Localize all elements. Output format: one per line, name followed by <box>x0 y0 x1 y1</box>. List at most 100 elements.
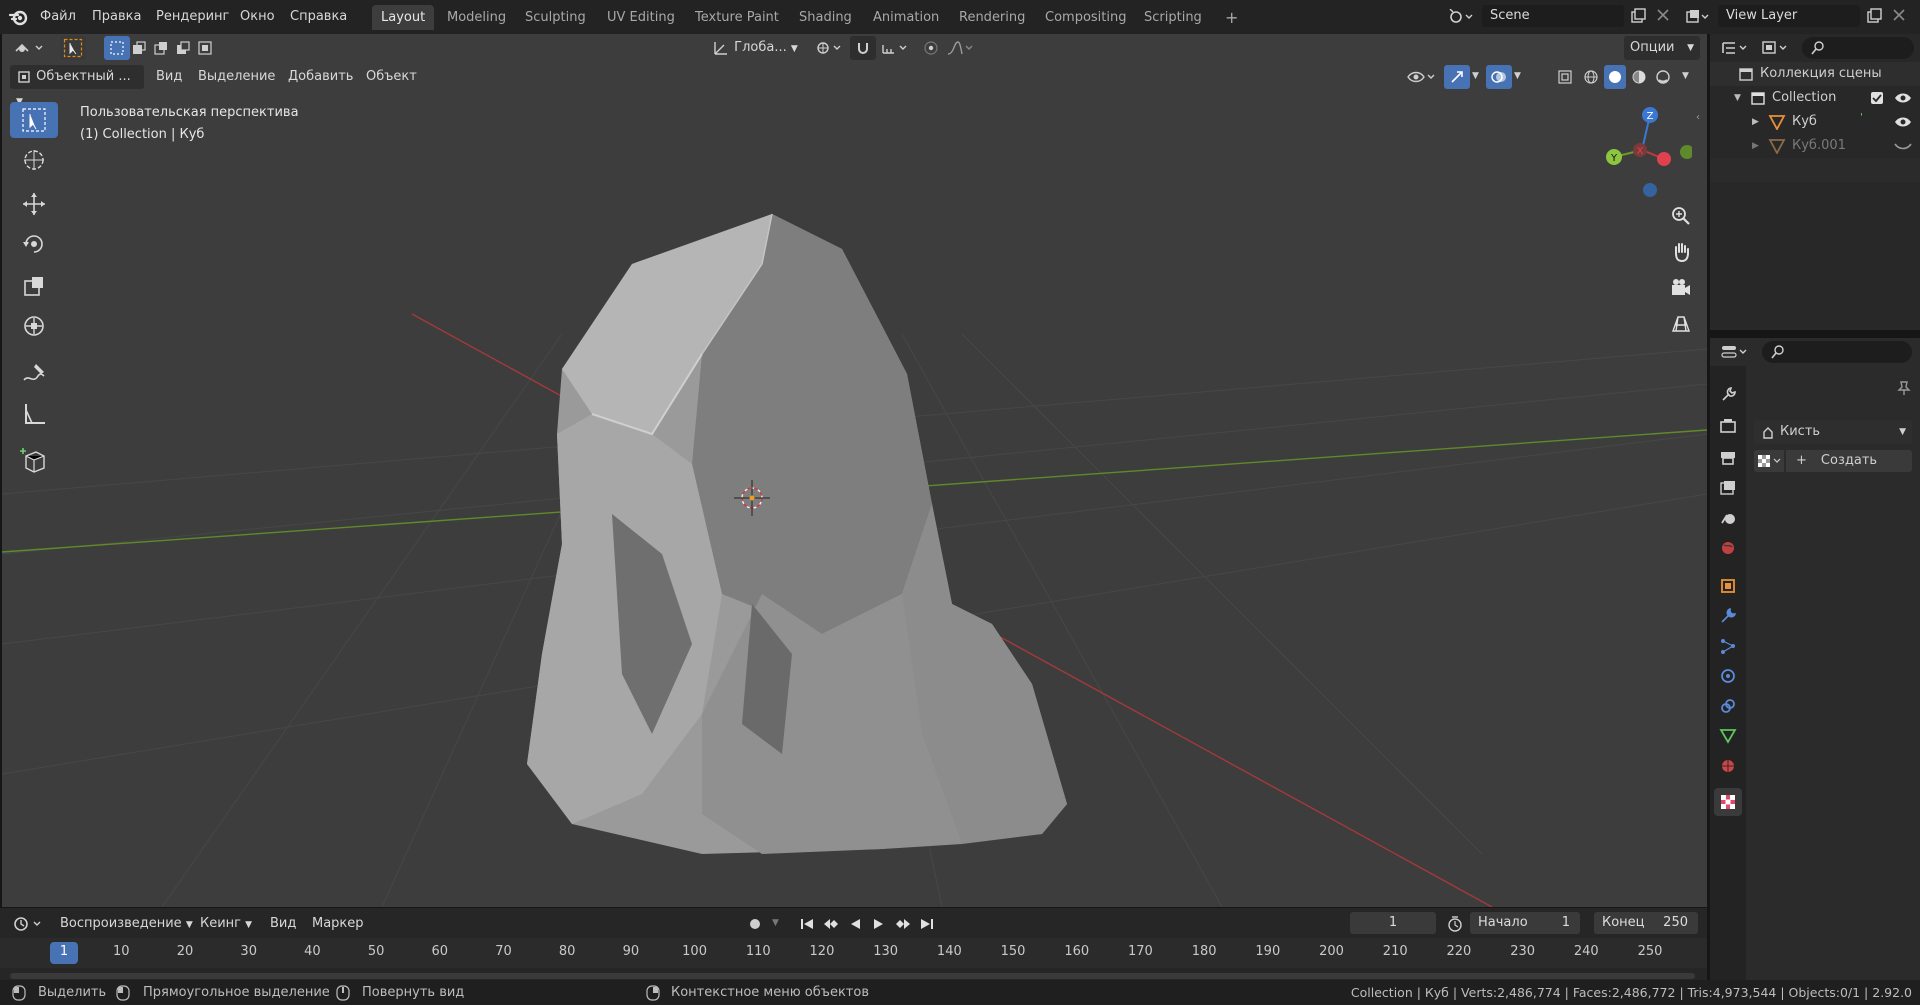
tool-select-box[interactable] <box>10 102 58 138</box>
texture-browse-icon[interactable] <box>1754 450 1784 472</box>
tab-particles-icon[interactable] <box>1714 632 1742 660</box>
viewport-menu-add[interactable]: Добавить <box>282 65 359 89</box>
shading-solid-icon[interactable] <box>1604 65 1626 89</box>
add-workspace-button[interactable]: + <box>1216 5 1247 30</box>
prev-keyframe-icon[interactable] <box>819 912 843 936</box>
tool-measure[interactable] <box>10 396 58 432</box>
gizmo-toggle-icon[interactable] <box>1444 65 1470 89</box>
tool-transform[interactable] <box>10 308 58 344</box>
timeline-menu-marker[interactable]: Маркер <box>306 912 370 936</box>
pivot-point-icon[interactable] <box>812 36 846 60</box>
menu-render[interactable]: Рендеринг <box>148 4 237 29</box>
viewport-menu-object[interactable]: Объект <box>360 65 423 89</box>
end-frame-field[interactable]: Конец 250 <box>1594 912 1698 934</box>
eye-icon[interactable] <box>1894 114 1912 130</box>
auto-keying-icon[interactable] <box>742 912 768 936</box>
tool-annotate[interactable] <box>10 356 58 392</box>
timeline-menu-view[interactable]: Вид <box>264 912 302 936</box>
jump-end-icon[interactable] <box>915 912 939 936</box>
shading-rendered-icon[interactable] <box>1652 65 1674 89</box>
tab-scene-icon[interactable] <box>1714 504 1742 532</box>
chevron-down-icon[interactable]: ▼ <box>1682 71 1689 81</box>
tab-modifiers-icon[interactable] <box>1714 602 1742 630</box>
scene-name-field[interactable]: Scene <box>1482 5 1624 27</box>
timeline-scrollbar[interactable] <box>10 973 1695 979</box>
tab-view-layer-icon[interactable] <box>1714 474 1742 502</box>
tab-material-icon[interactable] <box>1714 752 1742 780</box>
pin-icon[interactable] <box>1896 380 1912 396</box>
tab-tool-icon[interactable] <box>1714 380 1742 408</box>
new-texture-button[interactable]: + Создать <box>1786 450 1912 472</box>
timeline-menu-playback[interactable]: Воспроизведение ▼ <box>54 912 199 936</box>
ortho-grid-icon[interactable] <box>1665 308 1697 340</box>
sidebar-toggle-icon[interactable]: ‹ <box>1696 112 1700 123</box>
view-layer-field[interactable]: View Layer <box>1718 5 1860 27</box>
outliner-row-scene-collection[interactable]: Коллекция сцены <box>1710 62 1920 86</box>
tab-layout[interactable]: Layout <box>372 5 435 30</box>
blender-logo-icon[interactable] <box>8 6 30 28</box>
transform-orientation-dropdown[interactable]: Глоба... ▼ <box>708 36 804 60</box>
chevron-down-icon[interactable]: ▼ <box>772 918 779 928</box>
menu-edit[interactable]: Правка <box>84 4 149 29</box>
tab-render-icon[interactable] <box>1714 412 1742 440</box>
tab-sculpting[interactable]: Sculpting <box>516 5 595 30</box>
scene-browse-icon[interactable] <box>1448 5 1474 29</box>
mode-dropdown[interactable]: Объектный ... ▼ <box>10 65 144 107</box>
tool-cursor[interactable] <box>10 142 58 178</box>
tool-rotate[interactable] <box>10 226 58 262</box>
falloff-curve-icon[interactable] <box>944 36 978 60</box>
chevron-down-icon[interactable]: ▼ <box>1514 71 1521 81</box>
3d-viewport[interactable]: Глоба... ▼ Опции ▼ Объектный ... ▼ Вид В… <box>2 34 1707 907</box>
outliner-row-cube[interactable]: ▶ Куб ' <box>1710 110 1920 134</box>
viewport-menu-view[interactable]: Вид <box>150 65 188 89</box>
display-mode-icon[interactable] <box>1758 36 1794 60</box>
snap-target-icon[interactable] <box>878 36 912 60</box>
tab-texture-paint[interactable]: Texture Paint <box>686 5 788 30</box>
camera-view-icon[interactable] <box>1665 272 1697 304</box>
outliner-editor-type-icon[interactable] <box>1718 36 1754 60</box>
play-reverse-icon[interactable] <box>843 912 867 936</box>
overlays-toggle-icon[interactable] <box>1486 65 1512 89</box>
start-frame-field[interactable]: Начало 1 <box>1470 912 1580 934</box>
navigation-gizmo[interactable]: Z Y X <box>1592 100 1692 200</box>
view-layer-browse-icon[interactable] <box>1684 5 1710 29</box>
outliner-row-collection[interactable]: ▼ Collection <box>1710 86 1920 110</box>
brush-dropdown[interactable]: Кисть ▼ <box>1754 420 1912 444</box>
expand-arrow-icon[interactable]: ▶ <box>1752 134 1759 158</box>
expand-arrow-icon[interactable]: ▼ <box>1734 86 1741 110</box>
timeline-menu-keying[interactable]: Кеинг ▼ <box>194 912 258 936</box>
play-icon[interactable] <box>867 912 891 936</box>
menu-help[interactable]: Справка <box>282 4 355 29</box>
tab-uv-editing[interactable]: UV Editing <box>598 5 684 30</box>
tab-output-icon[interactable] <box>1714 444 1742 472</box>
tab-constraints-icon[interactable] <box>1714 692 1742 720</box>
tool-move[interactable] <box>10 186 58 222</box>
tab-physics-icon[interactable] <box>1714 662 1742 690</box>
tool-scale[interactable] <box>10 268 58 304</box>
outliner-search-input[interactable] <box>1802 37 1914 59</box>
shading-material-icon[interactable] <box>1628 65 1650 89</box>
shading-wireframe-icon[interactable] <box>1580 65 1602 89</box>
next-keyframe-icon[interactable] <box>891 912 915 936</box>
editor-type-icon[interactable] <box>10 36 50 60</box>
tab-texture-icon[interactable] <box>1714 788 1742 816</box>
tab-modeling[interactable]: Modeling <box>438 5 515 30</box>
tab-compositing[interactable]: Compositing <box>1036 5 1136 30</box>
options-dropdown[interactable]: Опции ▼ <box>1624 36 1700 60</box>
delete-view-layer-icon[interactable] <box>1892 8 1906 22</box>
properties-editor-type-icon[interactable] <box>1718 340 1754 364</box>
outliner-row-cube-001[interactable]: ▶ Куб.001 <box>1710 134 1920 158</box>
tab-rendering[interactable]: Rendering <box>950 5 1034 30</box>
eye-closed-icon[interactable] <box>1894 138 1912 154</box>
menu-file[interactable]: Файл <box>32 4 84 29</box>
viewport-menu-select[interactable]: Выделение <box>192 65 281 89</box>
viewport-scene[interactable] <box>2 34 1707 907</box>
tab-shading[interactable]: Shading <box>790 5 861 30</box>
timeline-editor-type-icon[interactable] <box>10 912 48 936</box>
tool-add-cube[interactable] <box>10 442 58 478</box>
tab-animation[interactable]: Animation <box>864 5 948 30</box>
proportional-edit-icon[interactable] <box>918 36 944 60</box>
tab-object-icon[interactable] <box>1714 572 1742 600</box>
tab-mesh-data-icon[interactable] <box>1714 722 1742 750</box>
pan-hand-icon[interactable] <box>1665 236 1697 268</box>
